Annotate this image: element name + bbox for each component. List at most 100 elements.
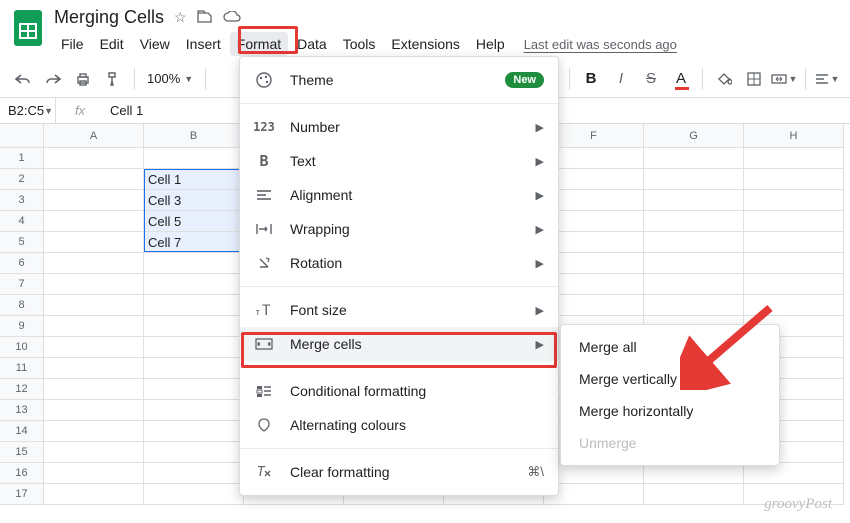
cell-H7[interactable] [744,274,844,295]
cell-A14[interactable] [44,421,144,442]
row-header[interactable]: 3 [0,190,44,211]
cell-H1[interactable] [744,148,844,169]
cell-B15[interactable] [144,442,244,463]
cell-B17[interactable] [144,484,244,505]
cell-F7[interactable] [544,274,644,295]
cell-A11[interactable] [44,358,144,379]
row-header[interactable]: 9 [0,316,44,337]
menu-edit[interactable]: Edit [93,32,131,56]
cloud-icon[interactable] [223,11,241,23]
menu-file[interactable]: File [54,32,91,56]
menu-conditional[interactable]: Conditional formatting [240,374,558,408]
cell-B16[interactable] [144,463,244,484]
align-button[interactable]: ▼ [813,65,841,93]
cell-B5[interactable]: Cell 7 [144,232,244,253]
menu-merge-cells[interactable]: Merge cells ▶ [240,327,558,361]
cell-G16[interactable] [644,463,744,484]
cell-B10[interactable] [144,337,244,358]
row-header[interactable]: 2 [0,169,44,190]
cell-G5[interactable] [644,232,744,253]
row-header[interactable]: 15 [0,442,44,463]
cell-F3[interactable] [544,190,644,211]
merge-toolbar-button[interactable]: ▼ [770,65,798,93]
cell-A3[interactable] [44,190,144,211]
cell-H4[interactable] [744,211,844,232]
cell-A1[interactable] [44,148,144,169]
cell-B8[interactable] [144,295,244,316]
cell-H8[interactable] [744,295,844,316]
cell-G6[interactable] [644,253,744,274]
menu-format[interactable]: Format [230,32,288,56]
row-header[interactable]: 16 [0,463,44,484]
row-header[interactable]: 14 [0,421,44,442]
move-icon[interactable] [197,10,213,24]
cell-F1[interactable] [544,148,644,169]
menu-extensions[interactable]: Extensions [384,32,466,56]
cell-A16[interactable] [44,463,144,484]
col-header-A[interactable]: A [44,124,144,148]
undo-button[interactable] [9,65,37,93]
cell-B2[interactable]: Cell 1 [144,169,244,190]
cell-A12[interactable] [44,379,144,400]
cell-H2[interactable] [744,169,844,190]
row-header[interactable]: 7 [0,274,44,295]
fill-color-button[interactable] [710,65,738,93]
cell-G1[interactable] [644,148,744,169]
menu-text[interactable]: B Text ▶ [240,144,558,178]
italic-button[interactable]: I [607,65,635,93]
cell-A9[interactable] [44,316,144,337]
cell-B4[interactable]: Cell 5 [144,211,244,232]
cell-F6[interactable] [544,253,644,274]
row-header[interactable]: 13 [0,400,44,421]
cell-G7[interactable] [644,274,744,295]
strike-button[interactable]: S [637,65,665,93]
menu-alternating[interactable]: Alternating colours [240,408,558,442]
cell-F8[interactable] [544,295,644,316]
row-header[interactable]: 11 [0,358,44,379]
cell-B6[interactable] [144,253,244,274]
cell-B9[interactable] [144,316,244,337]
cell-F4[interactable] [544,211,644,232]
merge-all[interactable]: Merge all [561,331,779,363]
cell-B12[interactable] [144,379,244,400]
cell-B7[interactable] [144,274,244,295]
redo-button[interactable] [39,65,67,93]
menu-theme[interactable]: Theme New [240,63,558,97]
col-header-F[interactable]: F [544,124,644,148]
cell-A8[interactable] [44,295,144,316]
cell-H6[interactable] [744,253,844,274]
cell-B14[interactable] [144,421,244,442]
menu-wrapping[interactable]: Wrapping ▶ [240,212,558,246]
cell-B1[interactable] [144,148,244,169]
menu-help[interactable]: Help [469,32,512,56]
merge-horizontally[interactable]: Merge horizontally [561,395,779,427]
col-header-B[interactable]: B [144,124,244,148]
cell-G2[interactable] [644,169,744,190]
cell-B11[interactable] [144,358,244,379]
cell-B3[interactable]: Cell 3 [144,190,244,211]
bold-button[interactable]: B [577,65,605,93]
col-header-G[interactable]: G [644,124,744,148]
menu-font-size[interactable]: тT Font size ▶ [240,293,558,327]
cell-H3[interactable] [744,190,844,211]
cell-G17[interactable] [644,484,744,505]
merge-vertically[interactable]: Merge vertically [561,363,779,395]
row-header[interactable]: 10 [0,337,44,358]
row-header[interactable]: 5 [0,232,44,253]
cell-G4[interactable] [644,211,744,232]
col-header-H[interactable]: H [744,124,844,148]
name-box[interactable]: B2:C5▼ [0,103,55,118]
text-color-button[interactable]: A [667,65,695,93]
cell-A13[interactable] [44,400,144,421]
cell-H16[interactable] [744,463,844,484]
print-button[interactable] [69,65,97,93]
paint-format-button[interactable] [99,65,127,93]
menu-number[interactable]: 123 Number ▶ [240,110,558,144]
row-header[interactable]: 17 [0,484,44,505]
menu-tools[interactable]: Tools [336,32,383,56]
cell-A5[interactable] [44,232,144,253]
select-all-corner[interactable] [0,124,44,148]
borders-button[interactable] [740,65,768,93]
cell-F5[interactable] [544,232,644,253]
menu-clear-formatting[interactable]: T Clear formatting ⌘\ [240,455,558,489]
